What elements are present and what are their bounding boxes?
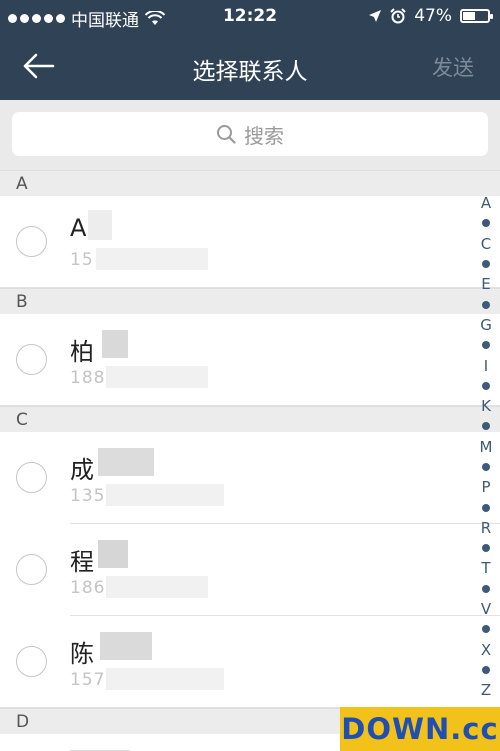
index-dot: [482, 579, 490, 599]
contact-name: 程: [70, 548, 94, 576]
section-header-a: A: [0, 170, 500, 196]
watermark-logo: DOWN.cc: [340, 707, 500, 751]
contact-row[interactable]: 成 135: [0, 432, 500, 524]
alphabet-index-bar[interactable]: A C E G I K M P R T V X Z: [474, 193, 498, 700]
contact-checkbox[interactable]: [16, 344, 47, 375]
index-letter[interactable]: A: [481, 193, 491, 213]
back-button[interactable]: [20, 48, 60, 84]
blurred-name-mask: [98, 540, 128, 568]
index-letter[interactable]: C: [481, 234, 491, 254]
search-placeholder: 搜索: [244, 123, 284, 148]
section-header-c: C: [0, 406, 500, 432]
contact-name: 柏: [70, 338, 94, 366]
index-dot: [482, 538, 490, 558]
index-letter[interactable]: P: [481, 477, 490, 497]
index-dot: [482, 497, 490, 517]
contact-name: 成: [70, 456, 94, 484]
index-dot: [482, 416, 490, 436]
blurred-phone-mask: [106, 484, 224, 506]
index-dot: [482, 335, 490, 355]
index-letter[interactable]: E: [481, 274, 490, 294]
contact-phone: 135: [70, 486, 106, 506]
location-arrow-icon: [369, 10, 382, 22]
contact-phone: 186: [70, 578, 106, 598]
contact-checkbox[interactable]: [16, 554, 47, 585]
page-title: 选择联系人: [192, 59, 308, 85]
back-arrow-icon: [23, 53, 55, 79]
nav-bar: 选择联系人 发送: [0, 34, 500, 100]
blurred-phone-mask: [106, 366, 208, 388]
contact-row[interactable]: 柏 188: [0, 314, 500, 406]
index-dot: [482, 619, 490, 639]
index-letter[interactable]: R: [481, 518, 491, 538]
index-dot: [482, 660, 490, 680]
contact-phone: 15: [70, 250, 94, 270]
index-dot: [482, 376, 490, 396]
contact-row[interactable]: 陈 157: [0, 616, 500, 708]
index-letter[interactable]: K: [481, 396, 491, 416]
search-icon: [217, 125, 236, 144]
contact-checkbox[interactable]: [16, 226, 47, 257]
index-dot: [482, 294, 490, 314]
contact-phone: 188: [70, 368, 106, 388]
index-letter[interactable]: I: [484, 355, 488, 375]
contact-row[interactable]: 程 186: [0, 524, 500, 616]
send-button[interactable]: 发送: [432, 52, 474, 82]
blurred-name-mask: [102, 330, 128, 358]
status-bar: 中国联通 12:22 47%: [0, 0, 500, 34]
status-right: 47%: [368, 6, 493, 26]
contact-name: 陈: [70, 640, 94, 668]
index-dot: [482, 213, 490, 233]
blurred-phone-mask: [106, 576, 208, 598]
index-letter[interactable]: G: [480, 315, 492, 335]
section-header-b: B: [0, 288, 500, 314]
index-letter[interactable]: V: [481, 599, 491, 619]
search-bar: 搜索: [0, 100, 500, 170]
contact-checkbox[interactable]: [16, 462, 47, 493]
contact-list: A A 15 B 柏 188 C 成 135 程 186 陈 157 D: [0, 170, 500, 751]
blurred-name-mask: [100, 632, 152, 660]
battery-percent: 47%: [414, 6, 452, 26]
index-letter[interactable]: Z: [481, 680, 491, 700]
index-letter[interactable]: X: [481, 640, 491, 660]
contact-checkbox[interactable]: [16, 646, 47, 677]
battery-icon: [460, 9, 493, 23]
index-letter[interactable]: T: [481, 558, 490, 578]
top-bar: 中国联通 12:22 47% 选择联系人 发送: [0, 0, 500, 100]
blurred-phone-mask: [106, 668, 224, 690]
index-letter[interactable]: M: [480, 437, 493, 457]
blurred-phone-mask: [96, 248, 208, 270]
search-input[interactable]: 搜索: [12, 112, 488, 156]
blurred-name-mask: [98, 448, 154, 476]
blurred-name-mask: [88, 210, 112, 240]
contact-phone: 157: [70, 670, 106, 690]
index-dot: [482, 254, 490, 274]
contact-name: A: [70, 214, 87, 242]
index-dot: [482, 457, 490, 477]
contact-row[interactable]: A 15: [0, 196, 500, 288]
alarm-icon: [390, 8, 406, 24]
